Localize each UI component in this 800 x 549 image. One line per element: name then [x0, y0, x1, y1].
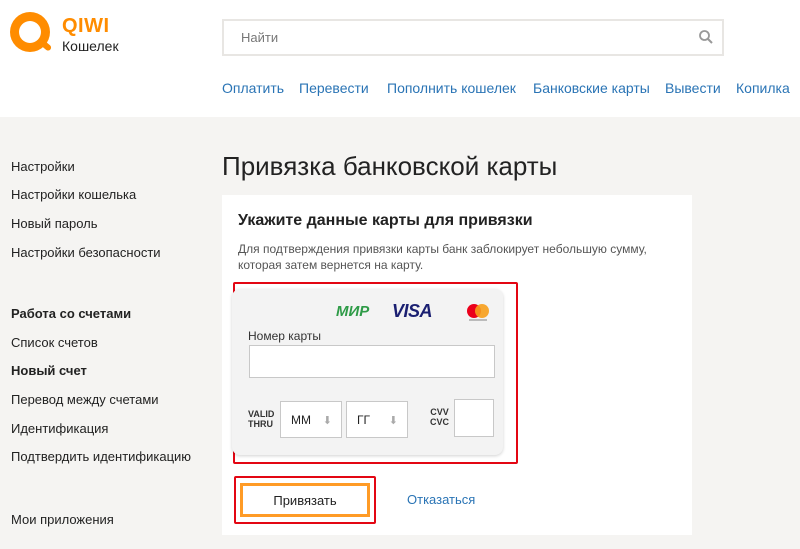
cancel-link[interactable]: Отказаться	[407, 492, 475, 507]
card-form: МИР VISA Номер карты VALID THRU ММ ⬇ ГГ …	[232, 289, 503, 455]
qiwi-logo[interactable]: QIWI Кошелек	[10, 12, 150, 62]
cvv-input[interactable]	[454, 399, 494, 437]
sidebar-item-new-account[interactable]: Новый счет	[11, 363, 87, 378]
search-input[interactable]	[224, 21, 684, 54]
nav-pay[interactable]: Оплатить	[222, 80, 284, 96]
arrow-down-icon: ⬇	[388, 415, 398, 427]
sidebar-item-wallet-settings[interactable]: Настройки кошелька	[11, 187, 136, 202]
cvv-label: CVV CVC	[430, 407, 450, 427]
header: QIWI Кошелек Оплатить Перевести Пополнит…	[0, 0, 800, 117]
nav-bank-cards[interactable]: Банковские карты	[533, 80, 650, 96]
month-select-value: ММ	[291, 413, 311, 427]
logo-name: QIWI	[62, 15, 110, 37]
card-heading: Укажите данные карты для привязки	[238, 212, 533, 229]
mir-logo: МИР	[336, 303, 370, 320]
sidebar-section-accounts: Работа со счетами	[11, 306, 132, 321]
sidebar-item-transfer-between-accounts[interactable]: Перевод между счетами	[11, 392, 159, 407]
nav-topup[interactable]: Пополнить кошелек	[387, 80, 516, 96]
logo-subtitle: Кошелек	[62, 38, 119, 54]
search-icon[interactable]	[698, 29, 714, 45]
sidebar-item-settings[interactable]: Настройки	[11, 159, 75, 174]
visa-logo: VISA	[392, 301, 433, 321]
arrow-down-icon: ⬇	[322, 415, 332, 427]
sidebar-item-account-list[interactable]: Список счетов	[11, 335, 98, 350]
bind-button[interactable]: Привязать	[240, 483, 370, 517]
nav-transfer[interactable]: Перевести	[299, 80, 369, 96]
card-number-label: Номер карты	[248, 329, 321, 343]
main-nav: Оплатить Перевести Пополнить кошелек Бан…	[0, 80, 800, 100]
nav-piggy-bank[interactable]: Копилка	[736, 80, 790, 96]
valid-thru-label: VALID THRU	[248, 409, 275, 429]
sidebar-item-identification[interactable]: Идентификация	[11, 421, 108, 436]
mastercard-logo-icon	[467, 304, 489, 321]
sidebar-item-security-settings[interactable]: Настройки безопасности	[11, 245, 161, 260]
year-select[interactable]: ГГ ⬇	[346, 401, 408, 438]
card-description: Для подтверждения привязки карты банк за…	[238, 242, 647, 272]
year-select-value: ГГ	[357, 413, 370, 427]
nav-withdraw[interactable]: Вывести	[665, 80, 721, 96]
card-number-input[interactable]	[249, 345, 495, 378]
month-select[interactable]: ММ ⬇	[280, 401, 342, 438]
sidebar-item-confirm-identification[interactable]: Подтвердить идентификацию	[11, 449, 191, 464]
sidebar-item-new-password[interactable]: Новый пароль	[11, 216, 98, 231]
search-box	[222, 19, 724, 56]
sidebar-item-my-apps[interactable]: Мои приложения	[11, 512, 114, 527]
bind-card-panel: Укажите данные карты для привязки Для по…	[222, 195, 692, 535]
page-title: Привязка банковской карты	[222, 151, 558, 181]
